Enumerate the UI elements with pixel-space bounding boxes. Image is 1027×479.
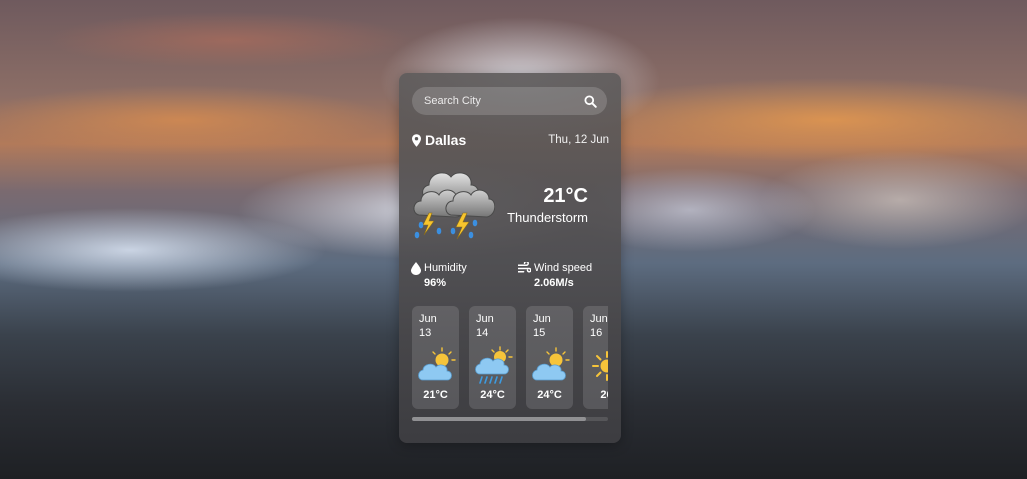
search-bar [412,87,607,115]
forecast-temp: 21°C [423,389,448,401]
forecast-month: Jun [533,313,551,325]
search-input[interactable] [412,87,577,115]
city-name: Dallas [425,132,467,148]
forecast-day: 14 [476,327,489,339]
sun-icon [592,351,608,381]
forecast-card[interactable]: Jun 15 24°C [526,306,573,409]
partly-cloudy-icon [532,347,570,381]
forecast-card[interactable]: Jun 14 24°C [469,306,516,409]
weather-condition: Thunderstorm [507,210,588,225]
weather-card: Dallas Thu, 12 Jun 21°C Thunderstorm [399,73,621,443]
wind-speed-value: 2.06M/s [534,277,574,289]
forecast-temp: 26 [600,389,608,401]
map-pin-icon [412,133,421,147]
current-date: Thu, 12 Jun [548,134,609,146]
wind-speed-label: Wind speed [534,262,593,274]
scrollbar-thumb[interactable] [412,417,586,421]
rain-sun-icon [475,346,513,384]
forecast-month: Jun [590,313,608,325]
search-icon [583,94,597,108]
humidity-value: 96% [424,277,447,289]
wind-icon [518,262,531,273]
water-drop-icon [411,262,421,275]
forecast-list[interactable]: Jun 13 21°C Jun 14 24°C Jun 15 24°C Jun … [412,306,608,410]
forecast-card[interactable]: Jun 16 26 [583,306,608,409]
forecast-temp: 24°C [480,389,505,401]
forecast-temp: 24°C [537,389,562,401]
forecast-day: 15 [533,327,546,339]
location: Dallas [412,132,466,148]
thunderstorm-icon [413,172,495,240]
wind-metric: Wind speed 2.06M/s [518,262,592,290]
humidity-metric: Humidity 96% [411,262,467,290]
forecast-month: Jun [419,313,437,325]
forecast-card[interactable]: Jun 13 21°C [412,306,459,409]
forecast-scrollbar[interactable] [412,417,608,421]
partly-cloudy-icon [418,347,456,381]
search-button[interactable] [577,88,603,114]
forecast-day: 13 [419,327,432,339]
forecast-day: 16 [590,327,603,339]
forecast-month: Jun [476,313,494,325]
humidity-label: Humidity [424,262,467,274]
current-temperature: 21°C [543,185,588,207]
